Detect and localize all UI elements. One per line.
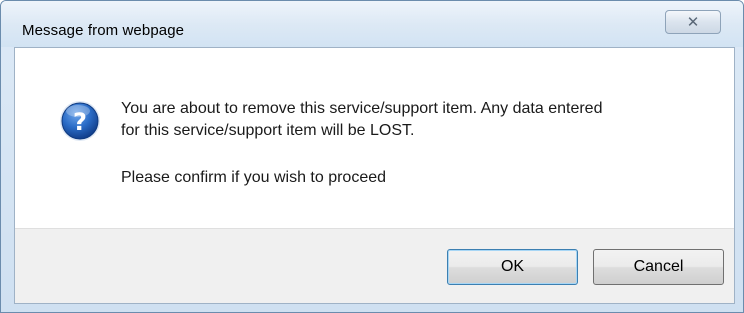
ok-button[interactable]: OK [447, 249, 578, 285]
cancel-button[interactable]: Cancel [593, 249, 724, 285]
close-button[interactable]: ✕ [665, 10, 721, 34]
message-area: ? You are about to remove this service/s… [15, 48, 734, 228]
close-icon: ✕ [686, 13, 700, 31]
svg-text:?: ? [73, 108, 87, 136]
button-bar: OK Cancel [15, 228, 734, 303]
ok-button-label: OK [500, 258, 525, 275]
question-icon: ? [60, 101, 100, 141]
cancel-button-label: Cancel [633, 258, 684, 275]
confirm-prompt: Please confirm if you wish to proceed [121, 169, 387, 186]
title-bar[interactable]: Message from webpage ✕ [1, 1, 743, 47]
message-dialog-window: Message from webpage ✕ ? You are about t… [0, 0, 744, 313]
message-line-1: You are about to remove this service/sup… [121, 100, 603, 117]
window-title: Message from webpage [22, 22, 185, 39]
message-line-2: for this service/support item will be LO… [121, 122, 415, 139]
message-text: You are about to remove this service/sup… [121, 98, 721, 142]
dialog-body: ? You are about to remove this service/s… [14, 47, 735, 304]
